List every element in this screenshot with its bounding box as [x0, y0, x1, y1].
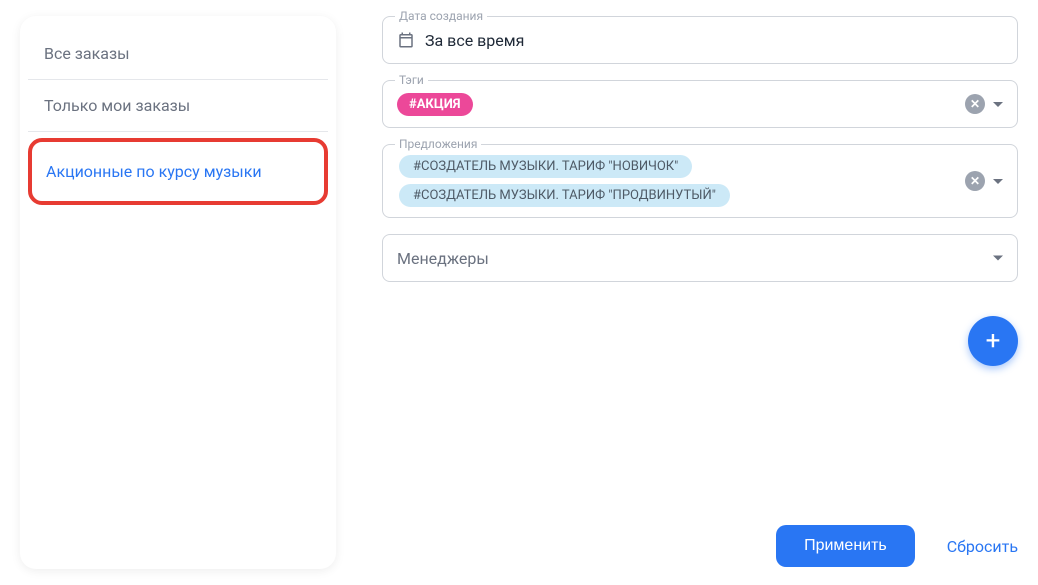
reset-button[interactable]: Сбросить — [947, 537, 1018, 556]
apply-button[interactable]: Применить — [776, 525, 915, 567]
sidebar-item-promo-music[interactable]: Акционные по курсу музыки — [28, 138, 328, 205]
chevron-down-icon[interactable] — [993, 256, 1003, 261]
filter-label-offers: Предложения — [395, 137, 481, 151]
sidebar: Все заказы Только мои заказы Акционные п… — [20, 16, 336, 569]
filter-actions-managers — [993, 256, 1003, 261]
content-panel: Дата создания За все время Тэги #АКЦИЯ ✕… — [382, 16, 1018, 569]
filter-actions-tags: ✕ — [965, 94, 1003, 114]
chevron-down-icon[interactable] — [993, 179, 1003, 184]
sidebar-item-label: Только мои заказы — [44, 96, 190, 115]
clear-icon[interactable]: ✕ — [965, 94, 985, 114]
filter-created-date[interactable]: Дата создания За все время — [382, 16, 1018, 64]
tag-chip[interactable]: #АКЦИЯ — [397, 93, 473, 116]
filter-label-created: Дата создания — [395, 9, 487, 23]
tags-chips: #АКЦИЯ — [397, 93, 543, 116]
filter-value-created: За все время — [425, 31, 524, 50]
chevron-down-icon[interactable] — [993, 102, 1003, 107]
add-fab-button[interactable]: + — [968, 316, 1018, 366]
sidebar-item-label: Акционные по курсу музыки — [46, 162, 262, 181]
calendar-icon — [397, 31, 415, 49]
offers-chips: #СОЗДАТЕЛЬ МУЗЫКИ. ТАРИФ "НОВИЧОК" #СОЗД… — [397, 153, 1003, 209]
offer-chip[interactable]: #СОЗДАТЕЛЬ МУЗЫКИ. ТАРИФ "НОВИЧОК" — [399, 155, 692, 178]
filter-label-tags: Тэги — [395, 73, 428, 87]
filter-tags[interactable]: Тэги #АКЦИЯ ✕ — [382, 80, 1018, 128]
filter-actions-offers: ✕ — [965, 171, 1003, 191]
footer-actions: Применить Сбросить — [776, 525, 1018, 567]
plus-icon: + — [986, 326, 1001, 356]
sidebar-item-my-orders[interactable]: Только мои заказы — [28, 80, 328, 132]
sidebar-item-all-orders[interactable]: Все заказы — [28, 28, 328, 80]
sidebar-item-label: Все заказы — [44, 44, 130, 63]
filter-offers[interactable]: Предложения #СОЗДАТЕЛЬ МУЗЫКИ. ТАРИФ "НО… — [382, 144, 1018, 218]
filter-managers[interactable]: Менеджеры — [382, 234, 1018, 282]
offer-chip[interactable]: #СОЗДАТЕЛЬ МУЗЫКИ. ТАРИФ "ПРОДВИНУТЫЙ" — [399, 184, 730, 207]
filter-placeholder-managers: Менеджеры — [397, 249, 489, 268]
clear-icon[interactable]: ✕ — [965, 171, 985, 191]
